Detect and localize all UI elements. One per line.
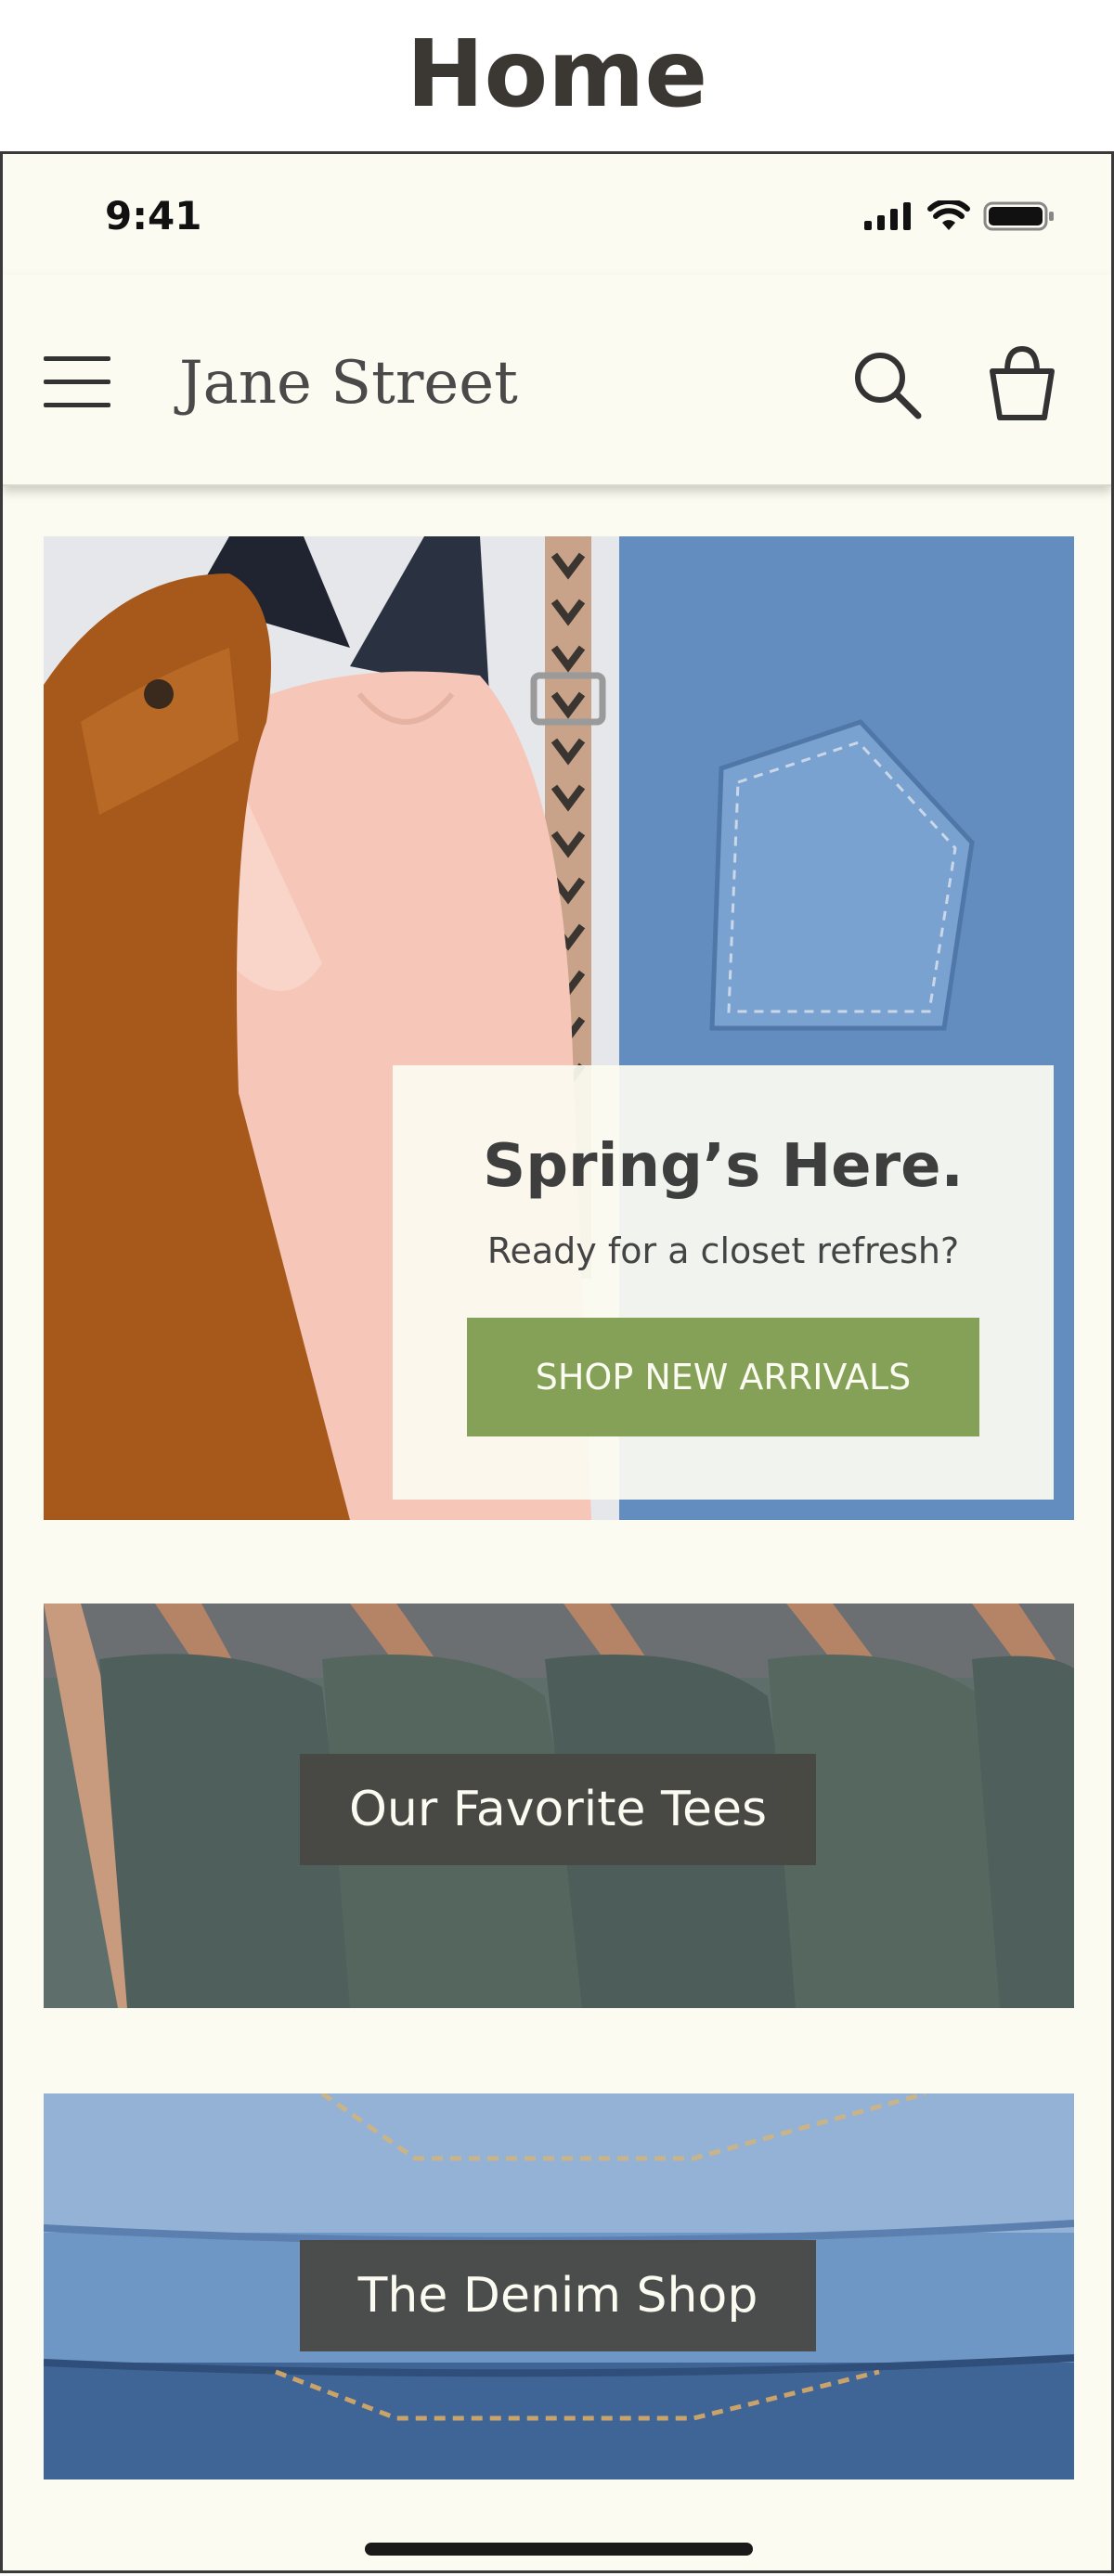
menu-icon[interactable] xyxy=(44,356,110,412)
promo-denim-card[interactable]: The Denim Shop xyxy=(44,2093,1074,2479)
page-title: Home xyxy=(406,19,708,128)
battery-icon xyxy=(983,201,1054,231)
promo-denim-label: The Denim Shop xyxy=(300,2240,816,2351)
promo-tees-card[interactable]: Our Favorite Tees xyxy=(44,1604,1074,2008)
hero-title: Spring’s Here. xyxy=(483,1132,964,1201)
shopping-bag-icon[interactable] xyxy=(985,343,1059,421)
status-time: 9:41 xyxy=(105,193,202,238)
hero-banner[interactable]: Spring’s Here. Ready for a closet refres… xyxy=(44,536,1074,1520)
shop-new-arrivals-button[interactable]: SHOP NEW ARRIVALS xyxy=(467,1318,979,1436)
status-bar: 9:41 xyxy=(3,154,1111,275)
status-icons xyxy=(862,200,1056,232)
hero-subtitle: Ready for a closet refresh? xyxy=(486,1230,960,1271)
phone-frame: 9:41 Jane Street Spring’s Here. Ready fo… xyxy=(0,151,1114,2573)
promo-tees-label: Our Favorite Tees xyxy=(300,1754,816,1865)
app-header: Jane Street xyxy=(3,275,1111,486)
brand-name[interactable]: Jane Street xyxy=(179,349,518,418)
signal-icon xyxy=(864,202,911,230)
hero-card: Spring’s Here. Ready for a closet refres… xyxy=(393,1065,1054,1500)
search-icon[interactable] xyxy=(849,347,924,421)
wifi-icon xyxy=(927,200,970,230)
home-indicator[interactable] xyxy=(365,2543,753,2556)
